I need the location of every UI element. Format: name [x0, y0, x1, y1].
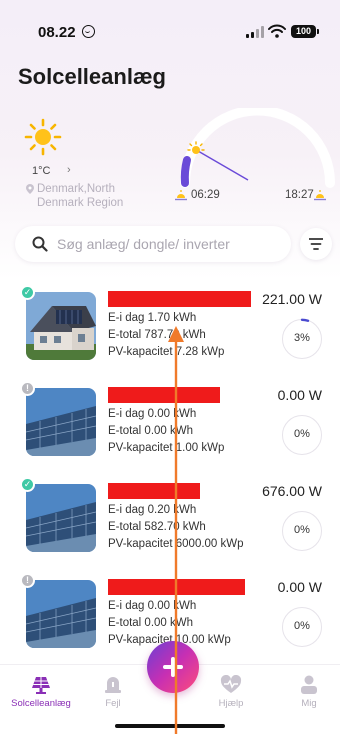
tab-solar-plants[interactable]: Solcelleanlæg [1, 675, 81, 709]
tab-label: Hjælp [218, 698, 244, 709]
page-title: Solcelleanlæg [18, 64, 166, 89]
sunrise-time: 06:29 [191, 189, 220, 201]
plant-photo [26, 388, 96, 456]
tab-errors[interactable]: Fejl [73, 675, 153, 709]
plant-power: 221.00 W [262, 291, 322, 307]
search-box[interactable] [15, 226, 291, 262]
location-pin-icon [26, 184, 34, 194]
person-icon [301, 675, 317, 694]
redacted-plant-name [108, 291, 251, 307]
plant-photo [26, 484, 96, 552]
plant-energy-total: E-total 582.70 kWh [108, 521, 206, 533]
plant-efficiency-ring: 0% [282, 607, 322, 647]
plant-photo [26, 580, 96, 648]
offline-status-alert-icon: ! [20, 573, 35, 588]
tab-me[interactable]: Mig [269, 675, 340, 709]
sunset-time: 18:27 [285, 189, 314, 201]
efficiency-progress-arc [300, 318, 310, 322]
search-icon [32, 236, 48, 252]
location-text: Denmark,North Denmark Region [37, 183, 124, 209]
status-time: 08.22 [38, 24, 76, 41]
solar-panel-icon [32, 677, 50, 694]
plant-energy-today: E-i dag 1.70 kWh [108, 312, 197, 324]
alarm-bell-icon [105, 677, 121, 693]
offline-status-alert-icon: ! [20, 381, 35, 396]
wifi-icon [268, 24, 286, 38]
search-input[interactable] [57, 233, 282, 255]
sun-weather-icon [24, 118, 62, 156]
tab-help[interactable]: Hjælp [191, 675, 271, 709]
plant-energy-total: E-total 787.70 kWh [108, 329, 206, 341]
online-status-check-icon: ✓ [20, 285, 35, 300]
focus-mode-icon [82, 25, 95, 38]
redacted-plant-name [108, 387, 220, 403]
plant-efficiency-ring: 0% [282, 511, 322, 551]
plant-power: 0.00 W [277, 387, 322, 403]
plant-power: 676.00 W [262, 483, 322, 499]
plant-power: 0.00 W [277, 579, 322, 595]
plant-efficiency-ring: 0% [282, 415, 322, 455]
redacted-plant-name [108, 483, 200, 499]
online-status-check-icon: ✓ [20, 477, 35, 492]
sunrise-icon [175, 190, 187, 201]
filter-button[interactable] [300, 228, 332, 260]
heart-pulse-icon [220, 675, 242, 693]
tab-label: Mig [301, 698, 317, 709]
status-bar: 08.22 100 [0, 0, 340, 56]
cellular-signal-icon [246, 26, 264, 38]
tab-label: Solcelleanlæg [11, 698, 71, 709]
filter-icon [309, 238, 323, 250]
annotation-arrow-icon [168, 326, 184, 734]
battery-icon: 100 [291, 25, 319, 38]
weather-details-chevron-icon[interactable]: › [67, 164, 71, 176]
tab-label: Fejl [105, 698, 121, 709]
temperature: 1°C [32, 165, 51, 177]
plant-photo [26, 292, 96, 360]
sunset-icon [314, 190, 326, 201]
